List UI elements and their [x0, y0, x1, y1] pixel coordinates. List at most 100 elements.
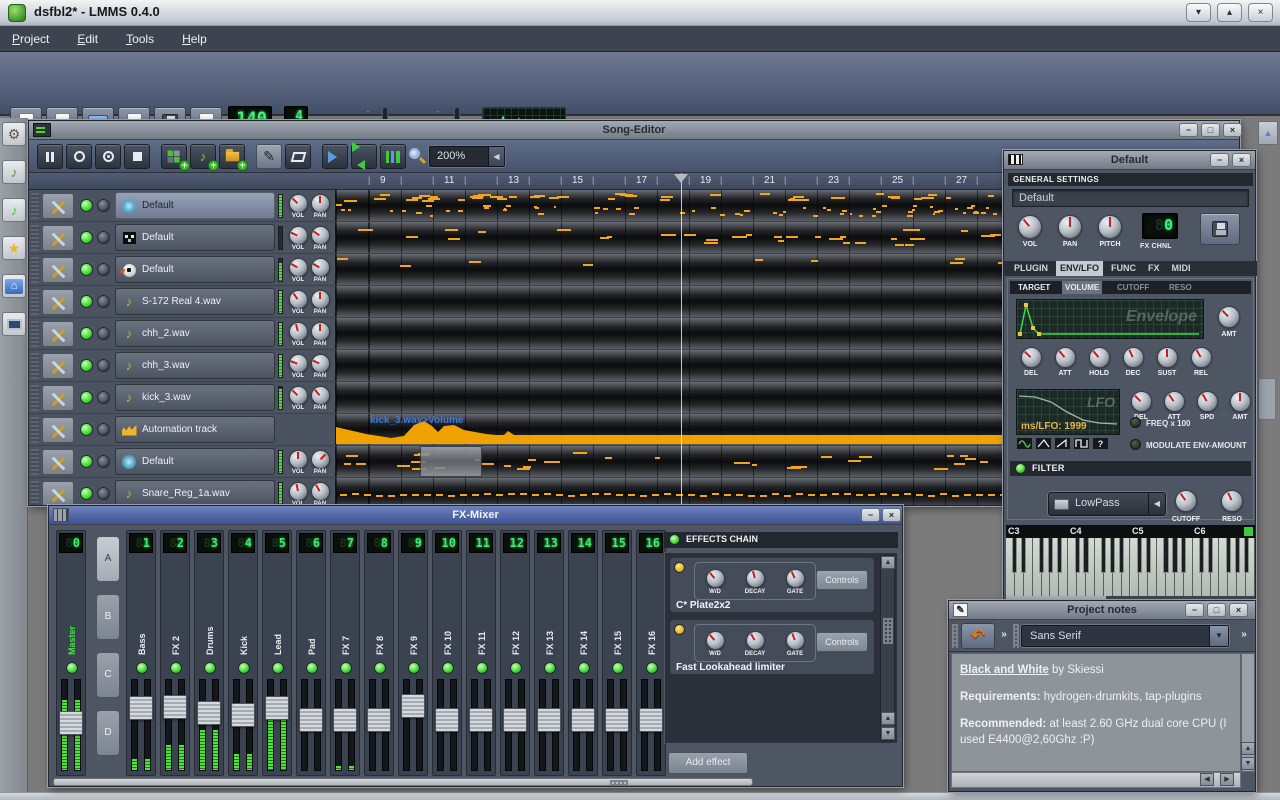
toolbar-expand-icon[interactable]: »	[997, 623, 1011, 649]
track-volume-knob[interactable]	[288, 225, 308, 245]
tab-env-lfo[interactable]: ENV/LFO	[1056, 261, 1104, 276]
fader-handle[interactable]	[571, 708, 595, 732]
add-bb-track-button[interactable]: +	[161, 144, 190, 171]
add-effect-button[interactable]: Add effect	[668, 752, 748, 774]
lfo-shape-random-button[interactable]: ?	[1092, 437, 1109, 450]
jump-playback-button[interactable]	[322, 144, 348, 169]
track-record-led[interactable]	[97, 423, 110, 436]
filter-dropdown-arrow[interactable]: ◀	[1148, 493, 1165, 515]
close-window-button[interactable]: ×	[1248, 3, 1273, 22]
song-editor-maximize-button[interactable]: □	[1201, 123, 1220, 137]
channel-led[interactable]	[238, 662, 250, 674]
mixer-channel-fx-15[interactable]: 88 15 FX 15	[602, 530, 632, 776]
zoom-selector[interactable]: 200% ◀	[429, 146, 505, 167]
piano-black-key[interactable]	[1234, 538, 1240, 573]
mixer-channel-fx-2[interactable]: 88 2 FX 2	[160, 530, 190, 776]
pause-button[interactable]	[37, 144, 63, 169]
effect-controls-button[interactable]: Controls	[816, 570, 868, 590]
workspace-scroll-up[interactable]: ▲	[1258, 121, 1278, 145]
track-mute-led[interactable]	[80, 423, 93, 436]
envelope-hold-knob[interactable]	[1088, 346, 1110, 368]
piano-black-key[interactable]	[1038, 538, 1045, 573]
mixer-channel-fx-11[interactable]: 88 11 FX 11	[466, 530, 496, 776]
mixer-channel-bass[interactable]: 88 1 Bass	[126, 530, 156, 776]
filter-enable-led[interactable]	[1015, 463, 1026, 474]
piano-black-key[interactable]	[1110, 538, 1116, 573]
track-tools-button[interactable]	[42, 481, 74, 505]
track-record-led[interactable]	[97, 231, 110, 244]
mixer-group-c[interactable]: C	[96, 652, 120, 698]
mixer-channel-master[interactable]: 88 0 Master	[56, 530, 86, 776]
track-mute-led[interactable]	[80, 327, 93, 340]
instrument-name-field[interactable]: Default	[1012, 189, 1249, 207]
lfo-shape-saw-button[interactable]	[1054, 437, 1071, 450]
channel-led[interactable]	[646, 662, 658, 674]
shade-window-button[interactable]: ▾	[1186, 3, 1211, 22]
piano-black-key[interactable]	[1136, 538, 1142, 573]
track-volume-knob[interactable]	[288, 193, 308, 213]
channel-led[interactable]	[510, 662, 522, 674]
record-button[interactable]	[66, 144, 92, 169]
channel-fader[interactable]	[639, 679, 663, 771]
maximize-window-button[interactable]: ▴	[1217, 3, 1242, 22]
fx-mixer-minimize-button[interactable]: −	[861, 508, 880, 522]
fader-handle[interactable]	[265, 696, 289, 720]
add-sample-track-button[interactable]: ♪ +	[190, 144, 219, 171]
stop-button[interactable]	[124, 144, 150, 169]
channel-led[interactable]	[476, 662, 488, 674]
track-name-button[interactable]: Default	[115, 192, 275, 219]
lfo-shape-triangle-button[interactable]	[1035, 437, 1052, 450]
track-tools-button[interactable]	[42, 449, 74, 475]
track-record-led[interactable]	[97, 359, 110, 372]
add-automation-track-button[interactable]: +	[219, 144, 248, 171]
effects-scroll-up-icon[interactable]: ▲	[881, 556, 895, 569]
mixer-channel-fx-7[interactable]: 88 7 FX 7	[330, 530, 360, 776]
effects-scrollbar[interactable]: ▲ ▲ ▼	[880, 555, 895, 741]
mixer-channel-fx-9[interactable]: 88 9 FX 9	[398, 530, 428, 776]
track-record-led[interactable]	[97, 295, 110, 308]
piano-black-key[interactable]	[1021, 538, 1027, 573]
instrument-pitch-knob[interactable]	[1098, 215, 1122, 239]
fader-handle[interactable]	[537, 708, 561, 732]
mixer-channel-fx-13[interactable]: 88 13 FX 13	[534, 530, 564, 776]
track-record-led[interactable]	[97, 391, 110, 404]
piano-black-key[interactable]	[1243, 538, 1249, 573]
track-name-button[interactable]: ♪ kick_3.wav	[115, 384, 275, 411]
sidebar-home-button[interactable]: ⌂	[2, 274, 26, 298]
track-tools-button[interactable]	[42, 321, 74, 347]
filter-type-dropdown[interactable]: LowPass ◀	[1048, 492, 1166, 516]
target-volume[interactable]: VOLUME	[1062, 281, 1103, 294]
track-pan-knob[interactable]	[310, 289, 330, 309]
mixer-group-b[interactable]: B	[96, 594, 120, 640]
track-volume-knob[interactable]	[288, 321, 308, 341]
fader-handle[interactable]	[299, 708, 323, 732]
channel-fader[interactable]	[197, 679, 221, 771]
track-name-button[interactable]: ♪ Snare_Reg_1a.wav	[115, 480, 275, 505]
effect-knob-w-d[interactable]	[705, 568, 725, 588]
mixer-channel-fx-12[interactable]: 88 12 FX 12	[500, 530, 530, 776]
fader-handle[interactable]	[163, 695, 187, 719]
track-record-led[interactable]	[97, 455, 110, 468]
sidebar-computer-button[interactable]	[2, 312, 26, 336]
channel-led[interactable]	[272, 662, 284, 674]
envelope-amount-knob[interactable]	[1218, 306, 1240, 328]
sidebar-instrument-plugins-button[interactable]: ⚙	[2, 122, 26, 146]
channel-fader[interactable]	[231, 679, 255, 771]
track-tools-button[interactable]	[42, 417, 74, 443]
sidebar-favorites-button[interactable]: ★	[2, 236, 26, 260]
instrument-titlebar[interactable]: Default − ×	[1004, 151, 1255, 170]
track-mute-led[interactable]	[80, 359, 93, 372]
track-mute-led[interactable]	[80, 263, 93, 276]
piano-black-key[interactable]	[1172, 538, 1178, 573]
track-grip[interactable]	[31, 193, 39, 219]
channel-fader[interactable]	[503, 679, 527, 771]
mixer-channel-drums[interactable]: 88 3 Drums	[194, 530, 224, 776]
track-name-button[interactable]: ♪ chh_3.wav	[115, 352, 275, 379]
modulate-env-checkbox[interactable]	[1130, 439, 1141, 450]
effect-knob-decay[interactable]	[745, 568, 765, 588]
filter-reso-knob[interactable]	[1221, 490, 1243, 512]
track-pan-knob[interactable]	[310, 321, 330, 341]
track-mute-led[interactable]	[80, 487, 93, 500]
track-grip[interactable]	[31, 417, 39, 443]
edit-mode-button[interactable]	[285, 144, 311, 169]
